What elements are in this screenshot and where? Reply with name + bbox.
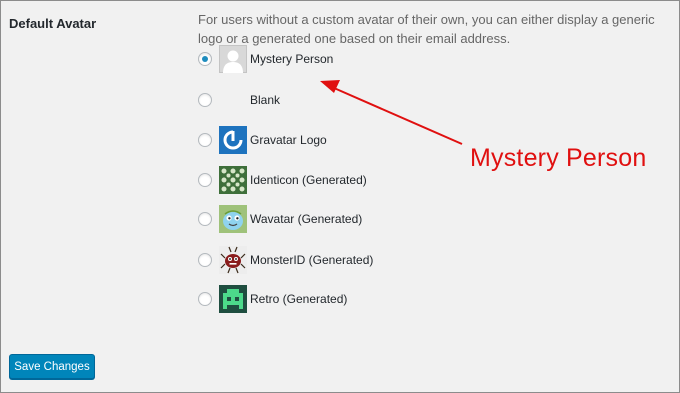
avatar-option-monsterid[interactable]: MonsterID (Generated) bbox=[198, 245, 458, 275]
avatar-option-retro[interactable]: Retro (Generated) bbox=[198, 284, 458, 314]
avatar-option-gravatar-logo[interactable]: Gravatar Logo bbox=[198, 125, 458, 155]
radio-retro[interactable] bbox=[198, 292, 212, 306]
gravatar-logo-icon bbox=[219, 126, 247, 154]
radio-mystery-person[interactable] bbox=[198, 52, 212, 66]
wavatar-icon bbox=[219, 205, 247, 233]
option-label-wavatar: Wavatar (Generated) bbox=[250, 212, 363, 226]
annotation-callout: Mystery Person bbox=[470, 144, 647, 172]
monsterid-icon bbox=[219, 246, 247, 274]
radio-gravatar-logo[interactable] bbox=[198, 133, 212, 147]
radio-monsterid[interactable] bbox=[198, 253, 212, 267]
default-avatar-description: For users without a custom avatar of the… bbox=[198, 12, 655, 46]
radio-identicon[interactable] bbox=[198, 173, 212, 187]
option-label-blank: Blank bbox=[250, 93, 281, 107]
default-avatar-label: Default Avatar bbox=[9, 16, 97, 31]
avatar-option-mystery-person[interactable]: Mystery Person bbox=[198, 44, 458, 74]
option-label-mystery-person: Mystery Person bbox=[250, 52, 334, 66]
radio-wavatar[interactable] bbox=[198, 212, 212, 226]
avatar-option-wavatar[interactable]: Wavatar (Generated) bbox=[198, 204, 458, 234]
avatar-option-identicon[interactable]: Identicon (Generated) bbox=[198, 165, 458, 195]
option-label-retro: Retro (Generated) bbox=[250, 292, 348, 306]
mystery-person-icon bbox=[219, 45, 247, 73]
radio-selected-dot bbox=[202, 56, 208, 62]
option-label-identicon: Identicon (Generated) bbox=[250, 173, 367, 187]
save-changes-button[interactable]: Save Changes bbox=[9, 354, 95, 379]
identicon-icon bbox=[219, 166, 247, 194]
avatar-option-blank[interactable]: Blank bbox=[198, 85, 458, 115]
retro-icon bbox=[219, 285, 247, 313]
blank-icon bbox=[219, 86, 247, 114]
option-label-gravatar-logo: Gravatar Logo bbox=[250, 133, 327, 147]
radio-blank[interactable] bbox=[198, 93, 212, 107]
option-label-monsterid: MonsterID (Generated) bbox=[250, 253, 374, 267]
